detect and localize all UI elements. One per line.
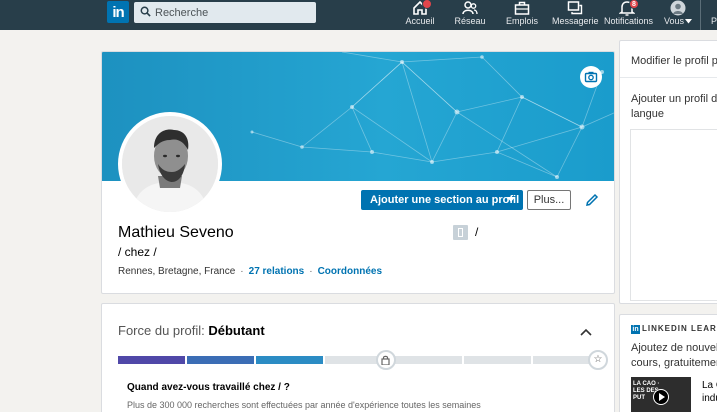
learning-heading: in LINKEDIN LEARN	[631, 324, 717, 334]
profile-strength-meter: ☆	[118, 350, 608, 370]
course-title-line1: La C	[702, 380, 717, 391]
play-icon	[653, 389, 669, 405]
strength-meter-segment	[187, 356, 255, 364]
profile-photo-image	[122, 116, 218, 212]
messaging-icon	[567, 1, 583, 15]
profile-top-card: Ajouter une section au profil Plus... Ma…	[101, 51, 615, 294]
nav-label: Vous	[663, 16, 685, 26]
search-input[interactable]	[155, 4, 305, 21]
company-logo-icon[interactable]	[453, 225, 468, 240]
nav-label: Notifications	[604, 16, 654, 26]
search-box[interactable]	[134, 2, 316, 23]
nav-label: Messagerie	[552, 16, 599, 26]
edit-public-profile-link[interactable]: Modifier le profil p	[631, 55, 717, 67]
divider	[620, 77, 717, 78]
learning-promo-line2: cours, gratuitemen	[631, 357, 717, 369]
nav-network[interactable]: Réseau	[450, 0, 490, 30]
pencil-icon[interactable]	[585, 193, 599, 207]
add-language-profile-link-line2[interactable]: langue	[631, 108, 664, 120]
strength-meter-segment	[256, 356, 324, 364]
nav-label: Accueil	[405, 16, 435, 26]
lock-icon	[375, 350, 396, 370]
camera-icon	[584, 71, 598, 83]
course-title[interactable]: La C indu	[702, 379, 717, 405]
search-icon	[140, 6, 151, 17]
strength-question[interactable]: Quand avez-vous travaillé chez / ?	[127, 382, 290, 393]
briefcase-icon	[514, 1, 530, 15]
more-button[interactable]: Plus...	[527, 190, 571, 210]
add-profile-section-label: Ajouter une section au profil	[370, 194, 520, 206]
profile-location: Rennes, Bretagne, France	[118, 266, 236, 277]
nav-jobs[interactable]: Emplois	[502, 0, 542, 30]
contact-info-link[interactable]: Coordonnées	[318, 266, 382, 277]
profile-strength-title: Force du profil: Débutant	[118, 323, 265, 338]
strength-meter-segment	[463, 356, 531, 364]
avatar-icon	[670, 0, 686, 16]
top-navigation-bar: in Accueil Réseau Emplois Messagerie 8 N…	[0, 0, 717, 30]
nav-notifications[interactable]: 8 Notifications	[604, 0, 654, 30]
strength-meter-segment	[118, 356, 186, 364]
profile-name: Mathieu Seveno	[118, 224, 234, 241]
add-language-profile-link[interactable]: Ajouter un profil d	[631, 93, 717, 105]
linkedin-learning-card: inLINKEDIN LEARN Ajoutez de nouvelle cou…	[619, 314, 717, 412]
nav-messaging[interactable]: Messagerie	[552, 0, 599, 30]
caret-down-icon	[507, 197, 515, 202]
linkedin-logo-small: in	[631, 325, 640, 334]
star-icon: ☆	[588, 350, 608, 370]
profile-headline: / chez /	[118, 245, 157, 259]
separator-dot: ·	[240, 266, 244, 277]
nav-divider	[700, 0, 701, 30]
network-icon	[462, 1, 478, 15]
nav-me[interactable]: Vous	[660, 0, 696, 30]
nav-label: Réseau	[454, 16, 486, 26]
learning-heading-text: LINKEDIN LEARN	[642, 324, 717, 333]
linkedin-logo[interactable]: in	[107, 1, 129, 23]
nav-home[interactable]: Accueil	[400, 0, 440, 30]
home-badge	[422, 0, 432, 9]
profile-strength-card: Force du profil: Débutant ☆ Quand avez-v…	[101, 303, 615, 412]
course-thumbnail[interactable]: LA CAO · LES DES · PUT	[631, 377, 691, 412]
learning-promo-line1: Ajoutez de nouvelle	[631, 342, 717, 354]
ad-placeholder	[630, 129, 717, 301]
chevron-up-icon[interactable]	[580, 328, 592, 336]
profile-strength-level: Débutant	[208, 323, 265, 338]
course-title-line2: indu	[702, 393, 717, 404]
profile-photo[interactable]	[118, 112, 222, 216]
strength-subtext: Plus de 300 000 recherches sont effectué…	[127, 400, 481, 410]
right-rail-card: Modifier le profil p Ajouter un profil d…	[619, 40, 717, 304]
nav-more-label[interactable]: P	[711, 16, 717, 26]
profile-strength-prefix: Force du profil:	[118, 323, 205, 338]
nav-me-label-wrap: Vous	[660, 16, 696, 26]
current-company[interactable]: /	[475, 225, 478, 239]
notification-count-badge: 8	[629, 0, 639, 9]
nav-label: Emplois	[505, 16, 538, 26]
connections-link[interactable]: 27 relations	[249, 266, 305, 277]
profile-meta-line: Rennes, Bretagne, France · 27 relations · Co…	[118, 266, 382, 277]
separator-dot: ·	[309, 266, 313, 277]
edit-banner-button[interactable]	[580, 66, 602, 88]
add-profile-section-button[interactable]: Ajouter une section au profil	[361, 190, 523, 210]
caret-down-icon	[685, 19, 693, 24]
strength-meter-segment	[394, 356, 462, 364]
